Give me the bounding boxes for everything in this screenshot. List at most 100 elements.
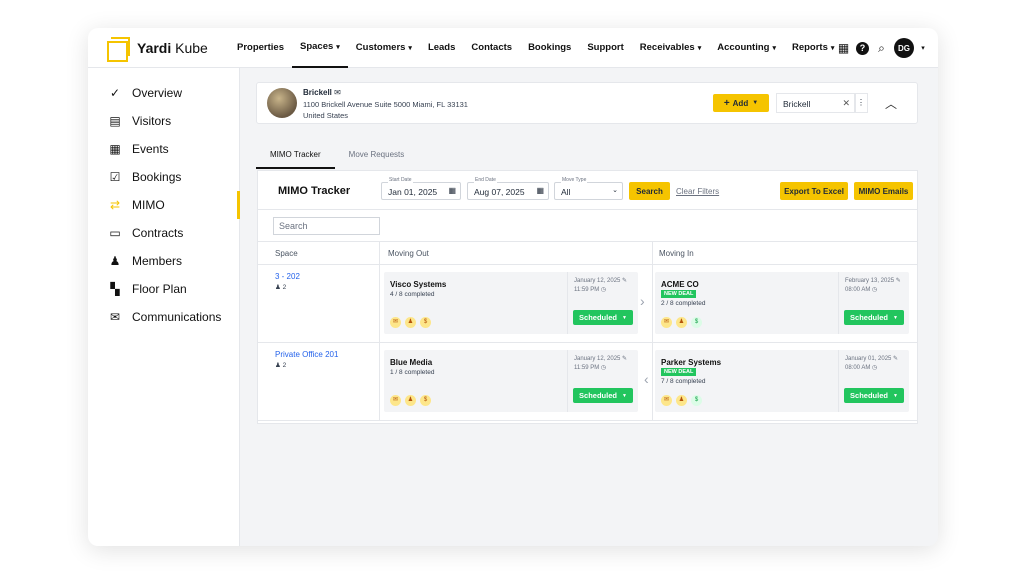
members-icon: ♟ (275, 284, 281, 291)
move-time: 11:59 PM (574, 287, 600, 293)
sidebar-item-communications[interactable]: ✉ Communications (88, 303, 239, 331)
property-photo (267, 88, 297, 118)
property-address: 1100 Brickell Avenue Suite 5000 Miami, F… (303, 100, 468, 109)
edit-icon[interactable]: ✎ (893, 356, 898, 362)
money-icon[interactable]: $ (691, 317, 702, 328)
chevron-down-icon: ▾ (408, 44, 412, 52)
status-dropdown[interactable]: Scheduled ▼ (844, 388, 904, 403)
sidebar-item-bookings[interactable]: ☑ Bookings (88, 163, 239, 191)
space-link[interactable]: Private Office 201 (275, 350, 338, 359)
id-card-icon: ▤ (109, 114, 121, 128)
members-icon: ♟ (275, 362, 281, 369)
move-out-card[interactable]: Blue Media 1 / 8 completed ✉ ♟ $ January… (384, 350, 638, 412)
export-excel-button[interactable]: Export To Excel (780, 182, 848, 200)
nav-properties[interactable]: Properties (229, 28, 292, 68)
mail-icon[interactable]: ✉ (661, 317, 672, 328)
clock-icon: ◷ (872, 365, 878, 371)
search-icon[interactable]: ⌕ (875, 41, 888, 55)
money-icon[interactable]: $ (420, 317, 431, 328)
mail-icon[interactable]: ✉ (390, 395, 401, 406)
members-icon[interactable]: ♟ (676, 395, 687, 406)
mail-icon[interactable]: ✉ (334, 88, 341, 97)
tab-move-requests[interactable]: Move Requests (335, 146, 419, 169)
mimo-tracker-panel: MIMO Tracker Start Date Jan 01, 2025 ▦ E… (257, 170, 918, 424)
company-name: Visco Systems (390, 280, 447, 289)
edit-icon[interactable]: ✎ (622, 356, 627, 362)
calendar-icon[interactable]: ▦ (837, 41, 850, 55)
chevron-down-icon: ▼ (752, 100, 759, 106)
status-dropdown[interactable]: Scheduled ▼ (573, 388, 633, 403)
property-select[interactable]: Brickell ✕ (776, 93, 856, 113)
members-icon[interactable]: ♟ (405, 317, 416, 328)
chevron-down-icon: ▾ (697, 44, 702, 52)
nav-bookings[interactable]: Bookings (520, 28, 579, 68)
clock-icon: ◷ (872, 287, 878, 293)
money-icon[interactable]: $ (420, 395, 431, 406)
help-icon[interactable]: ? (856, 41, 869, 55)
progress-text: 7 / 8 completed (661, 378, 706, 385)
calendar-icon: ▦ (109, 142, 121, 156)
nav-contacts[interactable]: Contacts (463, 28, 520, 68)
edit-icon[interactable]: ✎ (622, 278, 627, 284)
app-window: Yardi Kube Properties Spaces ▾ Customers ▾… (88, 28, 938, 546)
nav-accounting[interactable]: Accounting ▾ (709, 28, 784, 68)
nav-reports[interactable]: Reports ▾ (784, 28, 842, 68)
tab-bar: MIMO Tracker Move Requests (256, 146, 418, 169)
search-button[interactable]: Search (629, 182, 670, 200)
move-out-card[interactable]: Visco Systems 4 / 8 completed ✉ ♟ $ Janu… (384, 272, 638, 334)
move-type-select[interactable]: Move Type All ⌄ (554, 177, 623, 200)
money-icon[interactable]: $ (691, 395, 702, 406)
status-dropdown[interactable]: Scheduled ▼ (573, 310, 633, 325)
sidebar-item-events[interactable]: ▦ Events (88, 135, 239, 163)
nav-customers[interactable]: Customers ▾ (348, 28, 420, 68)
end-date-field[interactable]: End Date Aug 07, 2025 ▦ (467, 177, 549, 200)
chevron-down-icon: ▼ (892, 392, 898, 399)
sidebar-item-floor-plan[interactable]: ▚ Floor Plan (88, 275, 239, 303)
move-date: January 12, 2025 (574, 278, 621, 284)
capacity-label: ♟ 2 (275, 284, 287, 291)
chevron-down-icon: ⌄ (612, 187, 618, 194)
chevron-down-icon: ▼ (892, 314, 898, 321)
clear-icon[interactable]: ✕ (842, 98, 850, 109)
chevron-down-icon[interactable]: ▾ (920, 42, 926, 55)
nav-spaces[interactable]: Spaces ▾ (292, 28, 348, 68)
sidebar-item-visitors[interactable]: ▤ Visitors (88, 107, 239, 135)
capacity-label: ♟ 2 (275, 362, 287, 369)
start-date-field[interactable]: Start Date Jan 01, 2025 ▦ (381, 177, 461, 200)
floor-plan-icon: ▚ (110, 282, 120, 296)
move-in-card[interactable]: Parker Systems NEW DEAL 7 / 8 completed … (655, 350, 909, 412)
mail-icon[interactable]: ✉ (390, 317, 401, 328)
sidebar-item-contracts[interactable]: ▭ Contracts (88, 219, 239, 247)
clock-icon: ◷ (600, 287, 607, 293)
mail-icon[interactable]: ✉ (661, 395, 672, 406)
sidebar-item-overview[interactable]: ✓ Overview (88, 79, 239, 107)
status-dropdown[interactable]: Scheduled ▼ (844, 310, 904, 325)
calendar-check-icon: ☑ (109, 170, 121, 184)
yardi-kube-logo[interactable]: Yardi Kube (107, 36, 229, 62)
chevron-up-icon[interactable]: ︿ (885, 95, 897, 112)
members-icon[interactable]: ♟ (405, 395, 416, 406)
clear-filters-link[interactable]: Clear Filters (676, 187, 719, 196)
swap-arrows-icon: ⇄ (109, 198, 121, 212)
nav-receivables[interactable]: Receivables ▾ (632, 28, 709, 68)
tab-mimo-tracker[interactable]: MIMO Tracker (256, 146, 335, 169)
members-icon[interactable]: ♟ (676, 317, 687, 328)
progress-text: 4 / 8 completed (390, 291, 435, 298)
mimo-emails-button[interactable]: MIMO Emails (854, 182, 913, 200)
nav-leads[interactable]: Leads (420, 28, 463, 68)
search-input[interactable]: Search (273, 217, 380, 235)
more-options-icon[interactable]: ⋮ (854, 93, 868, 113)
sidebar-item-mimo[interactable]: ⇄ MIMO (88, 191, 240, 219)
new-deal-badge: NEW DEAL (661, 290, 697, 298)
nav-support[interactable]: Support (579, 28, 631, 68)
move-in-card[interactable]: ACME CO NEW DEAL 2 / 8 completed ✉ ♟ $ F… (655, 272, 909, 334)
user-avatar[interactable]: DG (894, 38, 914, 58)
move-time: 11:59 PM (574, 365, 600, 371)
filter-bar: MIMO Tracker Start Date Jan 01, 2025 ▦ E… (258, 171, 917, 210)
sidebar-item-members[interactable]: ♟ Members (88, 247, 239, 275)
table-row: Private Office 201 ♟ 2 Blue Media 1 / 8 … (258, 343, 917, 421)
add-button[interactable]: + Add ▼ (713, 94, 769, 112)
edit-icon[interactable]: ✎ (896, 278, 901, 284)
column-moving-in: Moving In (659, 249, 694, 258)
space-link[interactable]: 3 - 202 (275, 272, 300, 281)
